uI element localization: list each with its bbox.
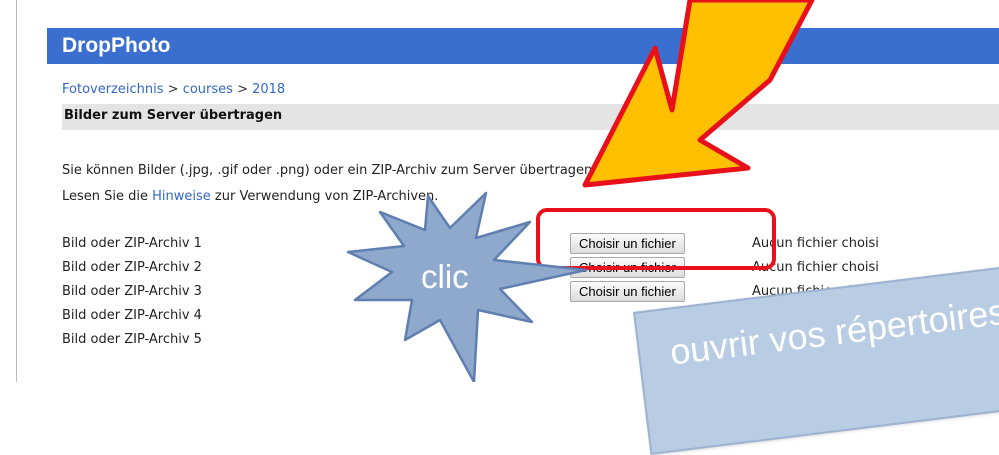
breadcrumb-separator: > xyxy=(237,82,248,97)
callout-label: clic xyxy=(421,258,469,295)
breadcrumb-separator: > xyxy=(167,82,179,97)
choose-file-button[interactable]: Choisir un fichier xyxy=(570,257,685,278)
upload-row: Bild oder ZIP-Archiv 1 Choisir un fichie… xyxy=(62,232,999,256)
upload-row: Bild oder ZIP-Archiv 2 Choisir un fichie… xyxy=(62,256,999,280)
upload-row-label: Bild oder ZIP-Archiv 5 xyxy=(62,332,202,347)
file-status: Aucun fichier choisi xyxy=(752,236,879,251)
choose-file-button[interactable]: Choisir un fichier xyxy=(570,233,685,254)
upload-row-label: Bild oder ZIP-Archiv 2 xyxy=(62,260,202,275)
breadcrumb-courses[interactable]: courses xyxy=(183,82,233,97)
app-header xyxy=(47,28,999,64)
choose-file-button[interactable]: Choisir un fichier xyxy=(570,281,685,302)
upload-row-label: Bild oder ZIP-Archiv 1 xyxy=(62,236,202,251)
left-border xyxy=(16,0,17,382)
hinweise-link[interactable]: Hinweise xyxy=(152,189,211,204)
file-status: Aucun fichier choisi xyxy=(752,260,879,275)
intro-line-1: Sie können Bilder (.jpg, .gif oder .png)… xyxy=(62,163,663,178)
section-title: Bilder zum Server übertragen xyxy=(64,108,283,123)
app-title: DropPhoto xyxy=(62,34,171,57)
intro-line-2: Lesen Sie die Hinweise zur Verwendung vo… xyxy=(62,189,439,204)
upload-row-label: Bild oder ZIP-Archiv 4 xyxy=(62,308,202,323)
upload-row-label: Bild oder ZIP-Archiv 3 xyxy=(62,284,202,299)
intro-text: Sie können Bilder (.jpg, .gif oder .png)… xyxy=(62,158,999,210)
breadcrumb-fotoverzeichnis[interactable]: Fotoverzeichnis xyxy=(62,82,164,97)
breadcrumb-2018[interactable]: 2018 xyxy=(252,82,285,97)
breadcrumb: Fotoverzeichnis > courses > 2018 xyxy=(62,82,285,98)
instruction-note-text: ouvrir vos répertoires, xyxy=(667,289,999,373)
